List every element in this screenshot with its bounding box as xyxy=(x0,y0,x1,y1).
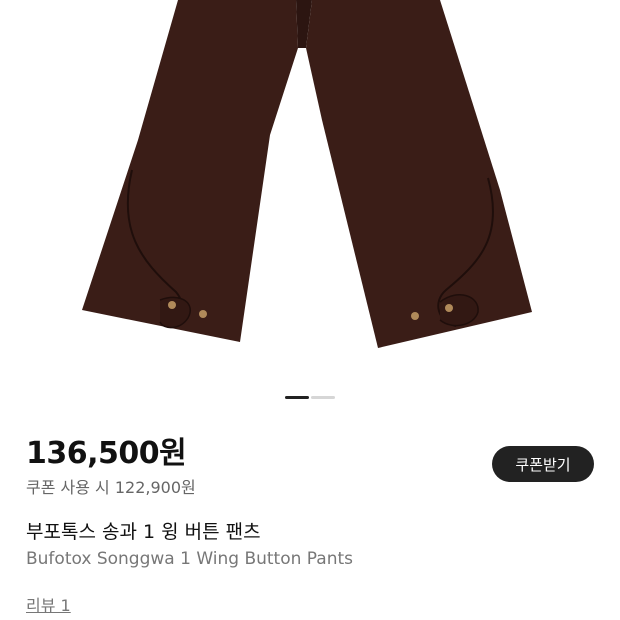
carousel-indicator xyxy=(0,396,620,399)
pants-button xyxy=(199,310,207,318)
product-price: 136,500원 xyxy=(26,436,187,471)
pants-left-leg xyxy=(82,0,298,342)
product-image-carousel[interactable] xyxy=(0,0,620,410)
coupon-price-text: 쿠폰 사용 시 122,900원 xyxy=(26,478,196,497)
get-coupon-button[interactable]: 쿠폰받기 xyxy=(492,446,594,482)
carousel-dot-active[interactable] xyxy=(285,396,309,399)
product-name-english: Bufotox Songgwa 1 Wing Button Pants xyxy=(26,549,354,569)
product-image xyxy=(82,0,532,348)
pants-button xyxy=(445,304,453,312)
pants-right-leg xyxy=(306,0,532,348)
pants-button xyxy=(168,301,176,309)
product-name-korean: 부포톡스 송과 1 윙 버튼 팬츠 xyxy=(26,521,261,543)
pants-button xyxy=(411,312,419,320)
carousel-dot[interactable] xyxy=(311,396,335,399)
review-link[interactable]: 리뷰 1 xyxy=(26,592,71,616)
